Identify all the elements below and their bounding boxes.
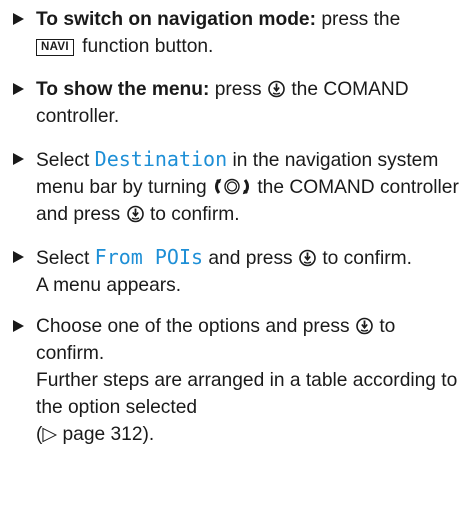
step-bullet-arrow-icon xyxy=(13,153,24,165)
controller-press-icon xyxy=(355,316,374,335)
step-text: and press xyxy=(208,248,293,269)
step-select-from-pois: Select From POIs and press to confirm. A… xyxy=(10,244,461,299)
controller-press-icon xyxy=(298,248,317,267)
step-text: press xyxy=(214,79,262,100)
step-switch-on-navigation: To switch on navigation mode: press the … xyxy=(10,6,461,60)
step-heading: To switch on navigation mode: xyxy=(36,9,316,30)
controller-press-icon xyxy=(126,204,145,223)
display-text-from-pois: From POIs xyxy=(94,245,204,269)
step-text: Select xyxy=(36,248,90,269)
step-bullet-arrow-icon xyxy=(13,83,24,95)
display-text-destination: Destination xyxy=(94,147,228,171)
controller-turn-icon xyxy=(212,177,252,196)
step-result: A menu appears. xyxy=(36,275,182,296)
step-result-text: Further steps are arranged in a table ac… xyxy=(36,370,458,418)
page-reference-link[interactable]: page 312 xyxy=(63,424,143,445)
step-text: to confirm. xyxy=(322,248,412,269)
step-bullet-arrow-icon xyxy=(13,251,24,263)
step-bullet-arrow-icon xyxy=(13,320,24,332)
step-select-destination: Select Destination in the navigation sys… xyxy=(10,146,461,228)
step-heading: To show the menu: xyxy=(36,79,210,100)
step-text: press the xyxy=(321,9,401,30)
navi-function-button-label: NAVI xyxy=(36,39,74,56)
step-bullet-arrow-icon xyxy=(13,13,24,25)
instruction-steps: To switch on navigation mode: press the … xyxy=(0,0,465,448)
step-text: Select xyxy=(36,150,90,171)
step-text: Choose one of the options and press xyxy=(36,316,350,337)
step-show-menu: To show the menu: press the COMAND contr… xyxy=(10,76,461,130)
page-reference-arrow-icon: ▷ xyxy=(42,424,58,445)
controller-press-icon xyxy=(267,79,286,98)
step-text: to confirm. xyxy=(149,204,240,225)
step-result: Further steps are arranged in a table ac… xyxy=(36,370,458,445)
step-choose-option: Choose one of the options and press to c… xyxy=(10,313,461,448)
step-text: function button. xyxy=(82,36,214,57)
